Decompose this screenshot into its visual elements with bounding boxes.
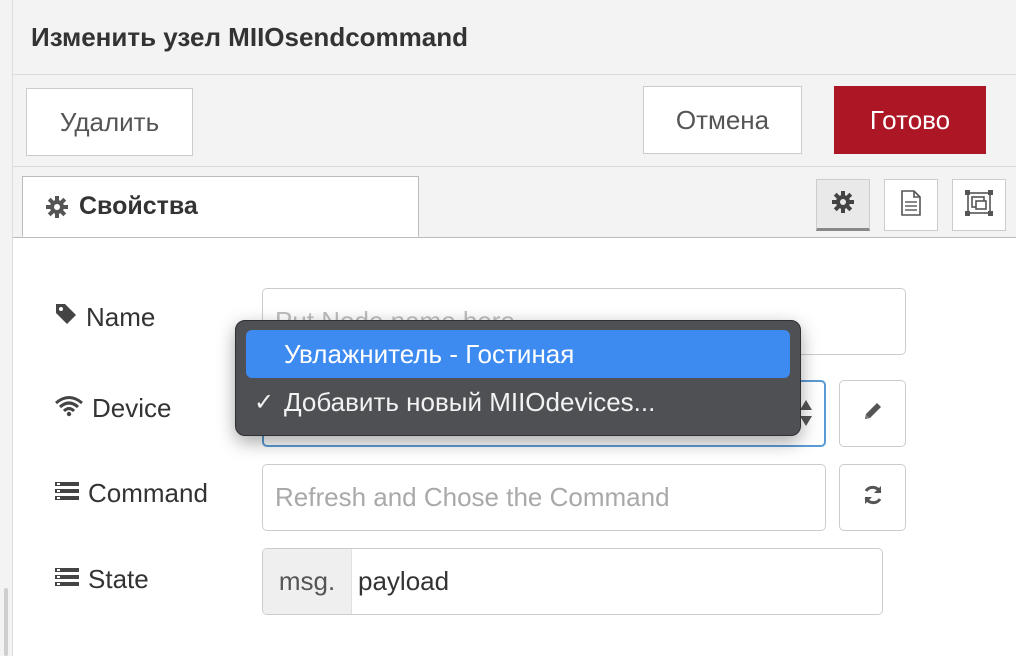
editor-toolbar: Удалить Отмена Готово [13,75,1016,167]
command-label: Command [54,478,208,509]
state-typed-input[interactable]: msg. payload [262,548,883,615]
appearance-tab-button[interactable] [952,179,1006,231]
gear-icon [45,195,69,219]
command-input[interactable]: Refresh and Chose the Command [262,464,826,531]
tabs-row: Свойства [13,167,1016,238]
device-label: Device [54,393,171,424]
cancel-button[interactable]: Отмена [643,86,802,154]
msg-type-selector[interactable]: msg. [263,549,352,614]
settings-tab-button[interactable] [816,179,870,231]
description-tab-button[interactable] [884,179,938,231]
device-dropdown-menu: Увлажнитель - Гостиная ✓ Добавить новый … [235,320,801,436]
checkmark-icon: ✓ [254,389,275,416]
dropdown-option-label: Добавить новый MIIOdevices... [284,386,656,417]
gear-icon [831,190,855,219]
delete-button[interactable]: Удалить [26,88,193,156]
dropdown-option-humidifier[interactable]: Увлажнитель - Гостиная [246,330,790,378]
list-icon [54,478,80,509]
scrollbar[interactable] [4,588,8,656]
state-label: State [54,564,149,595]
tag-icon [54,302,78,333]
frame-icon [964,189,994,222]
name-label-text: Name [86,302,156,332]
command-placeholder: Refresh and Chose the Command [275,482,670,512]
tab-properties[interactable]: Свойства [22,176,419,237]
tab-properties-label: Свойства [79,192,198,220]
device-label-text: Device [92,393,172,423]
refresh-icon [861,483,885,512]
pencil-icon [862,400,884,427]
list-icon [54,564,80,595]
wifi-icon [54,393,84,424]
dropdown-option-label: Увлажнитель - Гостиная [284,338,575,369]
command-label-text: Command [88,478,208,508]
done-button[interactable]: Готово [834,86,986,154]
document-icon [900,189,922,221]
page-title: Изменить узел MIIOsendcommand [31,22,468,52]
state-value[interactable]: payload [352,566,449,597]
name-label: Name [54,302,155,333]
editor-tray-header: Изменить узел MIIOsendcommand [13,0,1016,75]
editor-left-edge [0,0,13,656]
edit-device-button[interactable] [839,380,906,447]
dropdown-option-add-new[interactable]: ✓ Добавить новый MIIOdevices... [246,378,790,426]
state-label-text: State [88,564,149,594]
refresh-commands-button[interactable] [839,464,906,531]
